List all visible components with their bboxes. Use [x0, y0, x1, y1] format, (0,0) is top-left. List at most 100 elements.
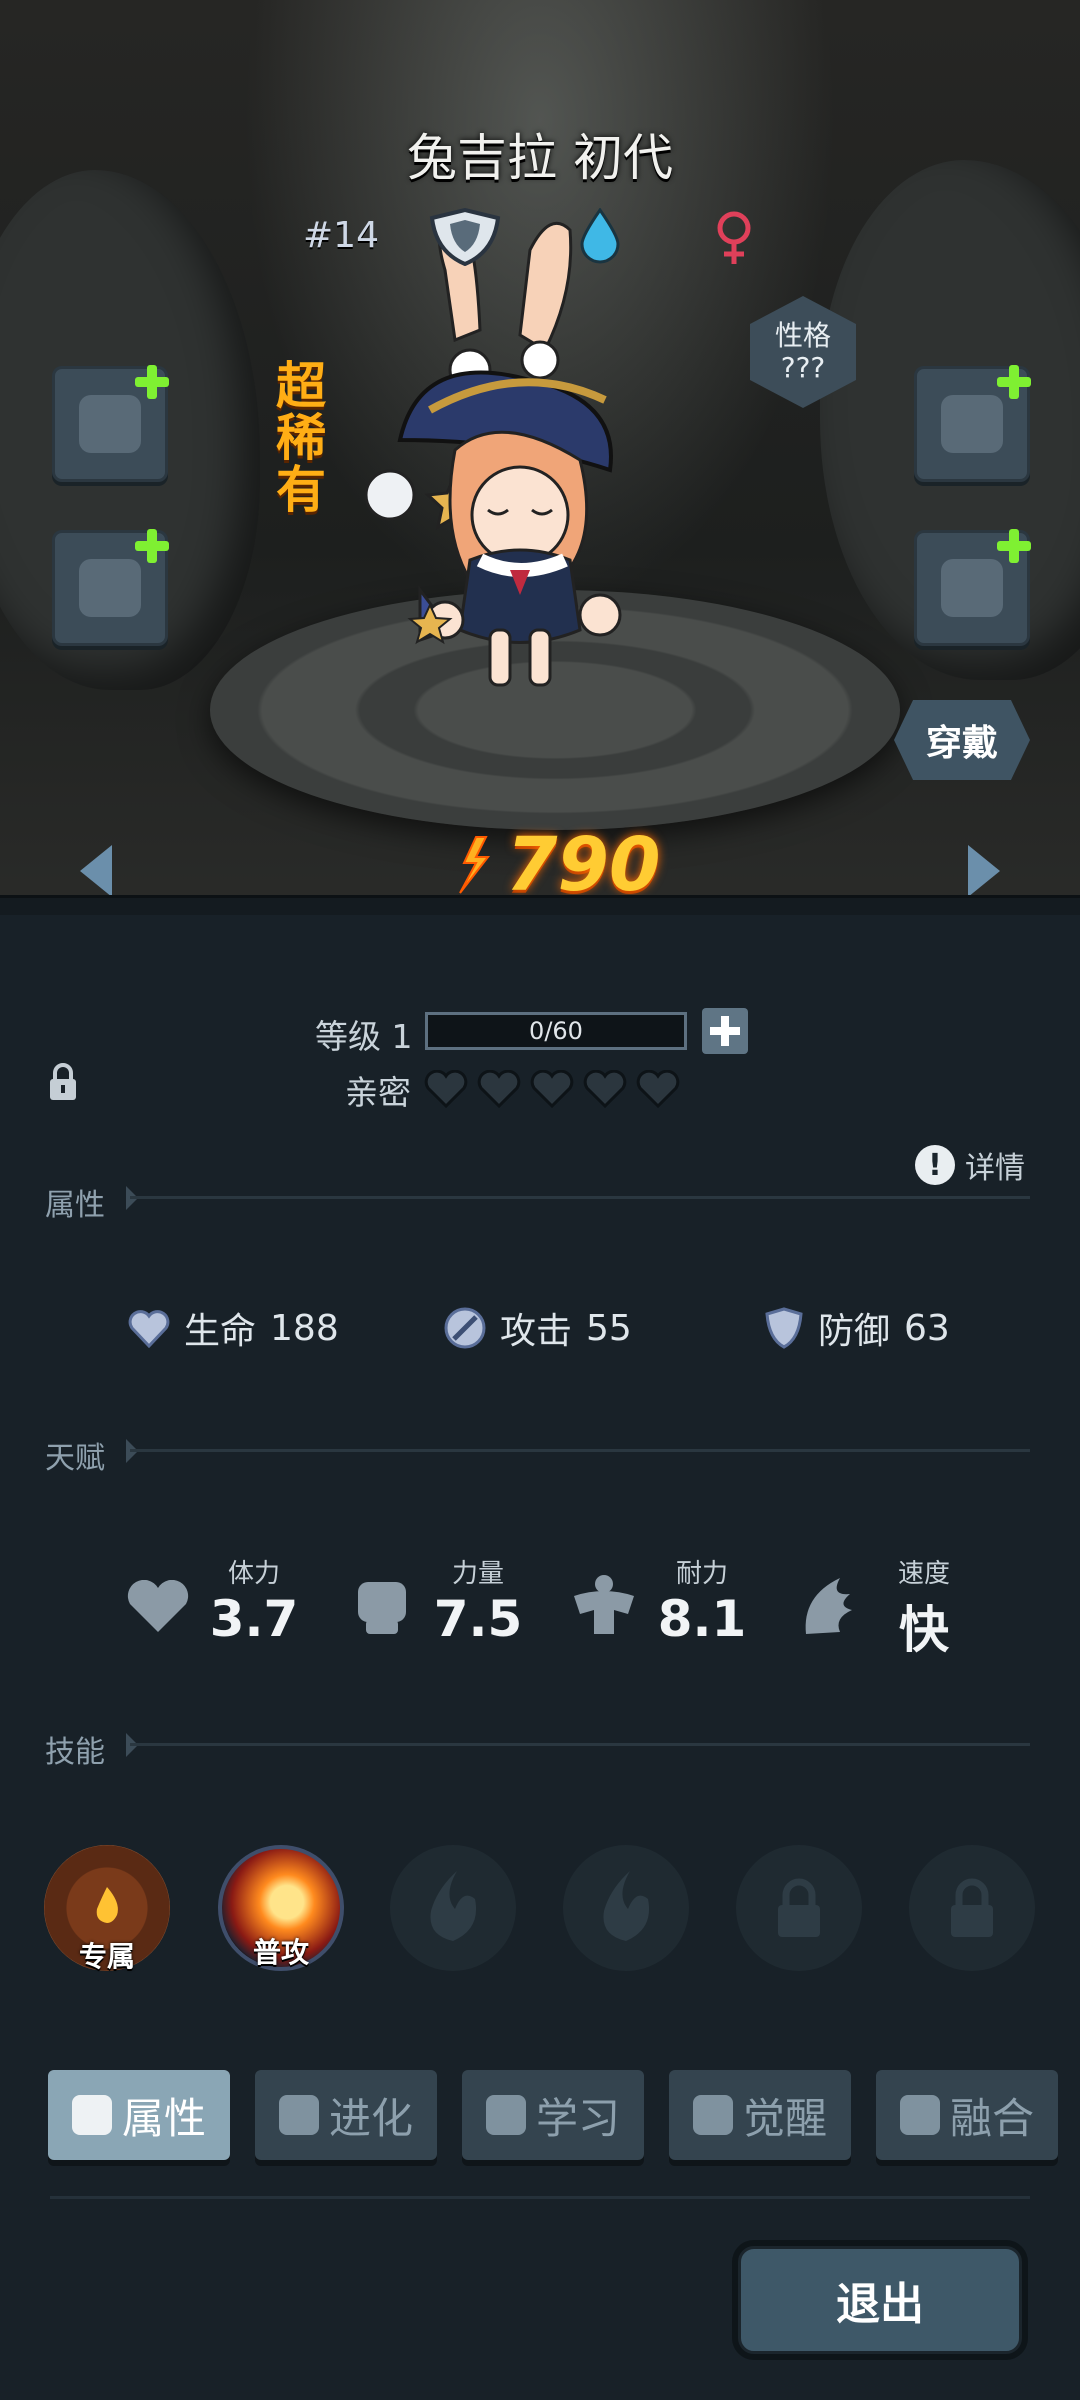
talent-label: 耐力 — [675, 1559, 728, 1589]
skill-caption: 专属 — [78, 1940, 135, 1973]
intimacy-heart-icon — [636, 1070, 680, 1108]
attributes-section-title: 属性 — [45, 1188, 105, 1223]
add-equip-icon — [997, 529, 1031, 563]
heart-icon — [127, 1580, 189, 1632]
skill-slot-locked[interactable] — [909, 1845, 1035, 1971]
skill-slot-empty[interactable] — [563, 1845, 689, 1971]
character-number: #14 — [303, 215, 379, 256]
charm-icon — [941, 559, 1003, 617]
stat-attack: 攻击 55 — [444, 1302, 632, 1354]
heart-shield-icon — [128, 1310, 170, 1348]
exit-button[interactable]: 退出 — [732, 2240, 1028, 2360]
lock-icon — [778, 1878, 820, 1937]
section-divider — [130, 1196, 1030, 1199]
skill-slot-exclusive[interactable]: 专属 — [44, 1845, 170, 1973]
talent-value: 8.1 — [657, 1590, 747, 1648]
intimacy-heart-icon — [583, 1070, 627, 1108]
equip-slot-accessory[interactable] — [914, 365, 1031, 482]
arrow-up-icon — [278, 2095, 319, 2135]
paw-icon — [71, 2095, 112, 2135]
tab-evolve[interactable]: 进化 — [255, 2070, 437, 2160]
level-up-plus-icon[interactable] — [702, 1008, 748, 1054]
stage-edge — [0, 895, 1080, 915]
tab-label: 觉醒 — [742, 2093, 827, 2143]
talent-value: 3.7 — [209, 1590, 299, 1648]
wolf-icon — [692, 2095, 733, 2135]
stat-hp: 生命 188 — [128, 1302, 339, 1354]
exp-bar: 0/60 — [425, 1012, 687, 1050]
character-sprite[interactable] — [360, 210, 680, 710]
flame-icon — [603, 1871, 650, 1941]
equip-slot-armor[interactable] — [52, 529, 169, 646]
tab-fusion[interactable]: 融合 — [876, 2070, 1058, 2160]
intimacy-heart-icon — [530, 1070, 574, 1108]
claw-icon — [79, 395, 141, 453]
rarity-label: 超稀有 — [276, 357, 326, 519]
equip-slot-claw[interactable] — [52, 365, 169, 482]
exp-text: 0/60 — [529, 1017, 583, 1045]
sword-icon — [444, 1307, 486, 1349]
skill-slot-normal-attack[interactable]: 普攻 — [218, 1845, 344, 1971]
power-icon — [459, 836, 491, 894]
personality-value: ??? — [780, 351, 826, 384]
bottom-divider — [50, 2196, 1030, 2199]
skill-slot-locked[interactable] — [736, 1845, 862, 1971]
armor-icon — [79, 559, 141, 617]
detail-button[interactable]: ! 详情 — [915, 1143, 1025, 1187]
shield-icon — [765, 1307, 803, 1349]
water-element-icon[interactable] — [578, 208, 622, 264]
flame-icon — [430, 1871, 477, 1941]
tab-awaken[interactable]: 觉醒 — [669, 2070, 851, 2160]
talent-value: 7.5 — [433, 1590, 523, 1648]
next-character-arrow-icon[interactable] — [968, 845, 1000, 897]
exclamation-icon: ! — [915, 1145, 955, 1185]
section-divider — [130, 1449, 1030, 1452]
personality-label: 性格 — [774, 319, 831, 352]
stat-label: 防御 — [818, 1311, 891, 1352]
crest-shield-icon[interactable] — [428, 208, 502, 266]
wear-button[interactable]: 穿戴 — [894, 700, 1030, 780]
intimacy-label: 亲密 — [345, 1073, 411, 1112]
character-stage: 兔吉拉 初代 #14 超稀有 性格 ??? 穿戴 790 — [0, 0, 1080, 915]
lock-icon[interactable] — [48, 1062, 78, 1102]
stat-value: 55 — [586, 1307, 632, 1349]
wing-icon — [805, 1578, 852, 1634]
stat-defense: 防御 63 — [764, 1302, 950, 1354]
detail-label: 详情 — [965, 1151, 1025, 1186]
tab-label: 学习 — [535, 2093, 620, 2143]
talent-label: 速度 — [897, 1559, 950, 1589]
stat-label: 攻击 — [500, 1311, 573, 1352]
muscle-icon — [574, 1575, 634, 1634]
skill-slot-empty[interactable] — [390, 1845, 516, 1971]
skill-caption: 普攻 — [252, 1936, 309, 1969]
intimacy-heart-icon — [477, 1070, 521, 1108]
book-icon — [485, 2095, 526, 2135]
equip-slot-charm[interactable] — [914, 529, 1031, 646]
level-label: 等级 1 — [315, 1017, 413, 1056]
tab-label: 进化 — [328, 2093, 413, 2143]
female-gender-icon — [717, 211, 751, 264]
exit-label: 退出 — [738, 2246, 1022, 2354]
bottom-tab-bar: 属性 进化 学习 觉醒 融合 — [0, 2060, 1080, 2180]
talent-label: 体力 — [227, 1559, 280, 1589]
tab-attributes[interactable]: 属性 — [48, 2070, 230, 2160]
stat-value: 188 — [270, 1307, 339, 1349]
add-equip-icon — [997, 365, 1031, 399]
fist-icon — [358, 1582, 406, 1634]
lock-icon — [951, 1878, 993, 1937]
section-divider — [130, 1743, 1030, 1746]
intimacy-heart-icon — [424, 1070, 468, 1108]
talent-section-title: 天赋 — [45, 1441, 105, 1476]
add-equip-icon — [135, 529, 169, 563]
prev-character-arrow-icon[interactable] — [80, 845, 112, 897]
tab-label: 属性 — [121, 2093, 206, 2143]
tab-learn[interactable]: 学习 — [462, 2070, 644, 2160]
add-equip-icon — [135, 365, 169, 399]
stat-label: 生命 — [184, 1311, 257, 1352]
fusion-icon — [899, 2095, 940, 2135]
talent-label: 力量 — [451, 1559, 504, 1589]
character-name: 兔吉拉 初代 — [407, 129, 673, 187]
talent-value: 快 — [899, 1601, 949, 1659]
flame-claw-icon — [96, 1887, 118, 1923]
tab-label: 融合 — [949, 2093, 1034, 2143]
